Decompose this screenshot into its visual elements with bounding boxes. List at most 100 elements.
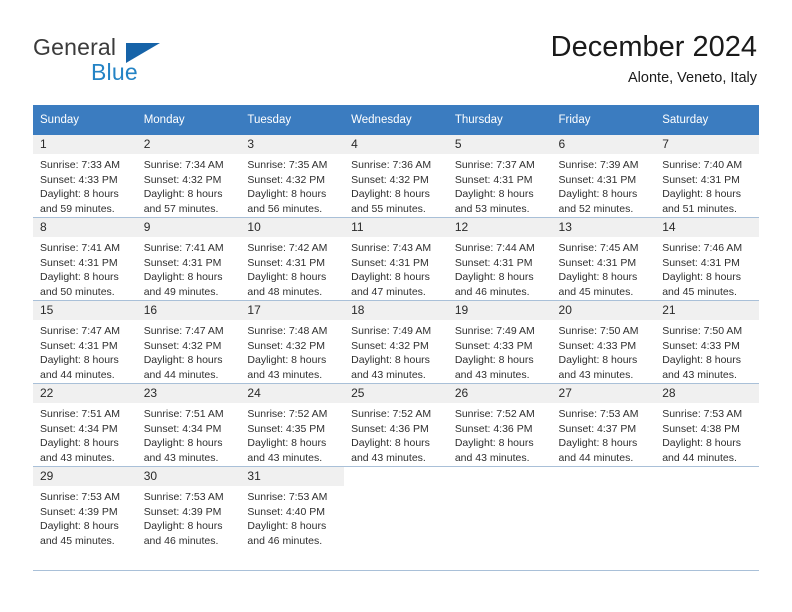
- day-cell[interactable]: 20 Sunrise: 7:50 AM Sunset: 4:33 PM Dayl…: [551, 300, 656, 384]
- day-cell[interactable]: 6 Sunrise: 7:39 AM Sunset: 4:31 PM Dayli…: [551, 135, 656, 218]
- daylight-text-line1: Daylight: 8 hours: [143, 271, 223, 284]
- day-cell[interactable]: 15 Sunrise: 7:47 AM Sunset: 4:31 PM Dayl…: [33, 300, 137, 384]
- day-cell[interactable]: 13 Sunrise: 7:45 AM Sunset: 4:31 PM Dayl…: [551, 217, 656, 301]
- daylight-text-line1: Daylight: 8 hours: [247, 354, 327, 367]
- daylight-text-line1: Daylight: 8 hours: [558, 271, 638, 284]
- day-details: Sunrise: 7:53 AM Sunset: 4:39 PM Dayligh…: [137, 486, 241, 548]
- sunrise-text: Sunrise: 7:49 AM: [454, 325, 535, 337]
- sunrise-text: Sunrise: 7:52 AM: [351, 408, 432, 420]
- daylight-text-line2: and 45 minutes.: [662, 285, 737, 298]
- daylight-text-line2: and 44 minutes.: [40, 368, 115, 381]
- sunset-text: Sunset: 4:31 PM: [662, 256, 740, 269]
- weekday-header-wednesday: Wednesday: [344, 105, 448, 135]
- sunset-text: Sunset: 4:31 PM: [351, 256, 429, 269]
- daylight-text-line1: Daylight: 8 hours: [558, 437, 638, 450]
- day-number: 11: [344, 218, 448, 237]
- daylight-text-line2: and 48 minutes.: [247, 285, 323, 298]
- sunrise-text: Sunrise: 7:34 AM: [143, 159, 224, 171]
- sunset-text: Sunset: 4:32 PM: [351, 173, 429, 186]
- day-number: 24: [240, 384, 345, 403]
- daylight-text-line2: and 43 minutes.: [662, 368, 737, 381]
- day-details: Sunrise: 7:50 AM Sunset: 4:33 PM Dayligh…: [552, 320, 656, 382]
- sunrise-text: Sunrise: 7:53 AM: [40, 491, 120, 503]
- page-title: December 2024: [550, 31, 757, 63]
- day-cell[interactable]: 18 Sunrise: 7:49 AM Sunset: 4:32 PM Dayl…: [344, 300, 448, 384]
- day-cell[interactable]: 9 Sunrise: 7:41 AM Sunset: 4:31 PM Dayli…: [136, 217, 241, 301]
- day-details: Sunrise: 7:42 AM Sunset: 4:31 PM Dayligh…: [240, 237, 344, 299]
- day-number: 22: [33, 384, 137, 403]
- day-number: 29: [33, 467, 137, 486]
- day-number: 16: [136, 301, 241, 320]
- daylight-text-line2: and 50 minutes.: [40, 285, 115, 298]
- logo-text-general: General: [33, 34, 117, 60]
- title-block: December 2024 Alonte, Veneto, Italy: [551, 30, 757, 87]
- day-number: 23: [136, 384, 241, 403]
- day-cell[interactable]: 30 Sunrise: 7:53 AM Sunset: 4:39 PM Dayl…: [136, 466, 241, 549]
- day-cell[interactable]: 10 Sunrise: 7:42 AM Sunset: 4:31 PM Dayl…: [240, 217, 345, 301]
- general-blue-logo[interactable]: General Blue: [33, 34, 233, 86]
- day-number: 1: [33, 135, 137, 154]
- sunrise-text: Sunrise: 7:51 AM: [40, 408, 120, 420]
- sunset-text: Sunset: 4:33 PM: [40, 173, 118, 186]
- day-cell[interactable]: 25 Sunrise: 7:52 AM Sunset: 4:36 PM Dayl…: [344, 383, 448, 467]
- day-cell[interactable]: 11 Sunrise: 7:43 AM Sunset: 4:31 PM Dayl…: [344, 217, 448, 301]
- calendar-grid: Sunday Monday Tuesday Wednesday Thursday…: [33, 105, 759, 549]
- day-cell[interactable]: 21 Sunrise: 7:50 AM Sunset: 4:33 PM Dayl…: [655, 300, 759, 384]
- day-cell[interactable]: 16 Sunrise: 7:47 AM Sunset: 4:32 PM Dayl…: [136, 300, 241, 384]
- daylight-text-line2: and 46 minutes.: [143, 534, 219, 547]
- day-cell-empty: [551, 466, 656, 549]
- sunrise-text: Sunrise: 7:39 AM: [558, 159, 639, 171]
- sunset-text: Sunset: 4:33 PM: [662, 339, 740, 352]
- sunrise-text: Sunrise: 7:52 AM: [454, 408, 535, 420]
- daylight-text-line1: Daylight: 8 hours: [351, 354, 430, 367]
- day-cell[interactable]: 17 Sunrise: 7:48 AM Sunset: 4:32 PM Dayl…: [240, 300, 345, 384]
- day-cell[interactable]: 3 Sunrise: 7:35 AM Sunset: 4:32 PM Dayli…: [240, 135, 345, 218]
- daylight-text-line1: Daylight: 8 hours: [143, 188, 223, 201]
- day-cell[interactable]: 28 Sunrise: 7:53 AM Sunset: 4:38 PM Dayl…: [655, 383, 759, 467]
- day-cell[interactable]: 5 Sunrise: 7:37 AM Sunset: 4:31 PM Dayli…: [447, 135, 552, 218]
- daylight-text-line1: Daylight: 8 hours: [662, 271, 742, 284]
- day-cell[interactable]: 19 Sunrise: 7:49 AM Sunset: 4:33 PM Dayl…: [447, 300, 552, 384]
- daylight-text-line2: and 47 minutes.: [351, 285, 426, 298]
- day-number: 30: [136, 467, 241, 486]
- daylight-text-line2: and 43 minutes.: [454, 368, 530, 381]
- sunset-text: Sunset: 4:32 PM: [247, 339, 326, 352]
- sunrise-text: Sunrise: 7:33 AM: [40, 159, 120, 171]
- day-details: Sunrise: 7:51 AM Sunset: 4:34 PM Dayligh…: [33, 403, 137, 465]
- day-cell[interactable]: 7 Sunrise: 7:40 AM Sunset: 4:31 PM Dayli…: [655, 135, 759, 218]
- day-details: Sunrise: 7:39 AM Sunset: 4:31 PM Dayligh…: [552, 154, 656, 216]
- day-number: 21: [655, 301, 759, 320]
- daylight-text-line2: and 52 minutes.: [558, 202, 634, 215]
- day-cell[interactable]: 12 Sunrise: 7:44 AM Sunset: 4:31 PM Dayl…: [447, 217, 552, 301]
- daylight-text-line1: Daylight: 8 hours: [558, 354, 638, 367]
- day-number: 4: [344, 135, 448, 154]
- day-cell[interactable]: 2 Sunrise: 7:34 AM Sunset: 4:32 PM Dayli…: [136, 135, 241, 218]
- day-cell[interactable]: 29 Sunrise: 7:53 AM Sunset: 4:39 PM Dayl…: [33, 466, 137, 549]
- daylight-text-line2: and 56 minutes.: [247, 202, 323, 215]
- day-details: Sunrise: 7:40 AM Sunset: 4:31 PM Dayligh…: [655, 154, 759, 216]
- day-cell[interactable]: 8 Sunrise: 7:41 AM Sunset: 4:31 PM Dayli…: [33, 217, 137, 301]
- day-details: [655, 486, 759, 490]
- day-cell[interactable]: 1 Sunrise: 7:33 AM Sunset: 4:33 PM Dayli…: [33, 135, 137, 218]
- daylight-text-line2: and 43 minutes.: [351, 451, 426, 464]
- sunrise-text: Sunrise: 7:42 AM: [247, 242, 328, 254]
- weekday-header-saturday: Saturday: [655, 105, 759, 135]
- sunrise-text: Sunrise: 7:47 AM: [143, 325, 224, 337]
- logo-text-blue: Blue: [91, 59, 138, 85]
- day-cell[interactable]: 4 Sunrise: 7:36 AM Sunset: 4:32 PM Dayli…: [344, 135, 448, 218]
- day-cell[interactable]: 27 Sunrise: 7:53 AM Sunset: 4:37 PM Dayl…: [551, 383, 656, 467]
- sunset-text: Sunset: 4:39 PM: [143, 505, 222, 518]
- day-number: 27: [551, 384, 656, 403]
- day-cell[interactable]: 24 Sunrise: 7:52 AM Sunset: 4:35 PM Dayl…: [240, 383, 345, 467]
- sunrise-text: Sunrise: 7:51 AM: [143, 408, 224, 420]
- day-cell[interactable]: 14 Sunrise: 7:46 AM Sunset: 4:31 PM Dayl…: [655, 217, 759, 301]
- sunset-text: Sunset: 4:33 PM: [454, 339, 533, 352]
- daylight-text-line2: and 46 minutes.: [247, 534, 323, 547]
- daylight-text-line2: and 43 minutes.: [454, 451, 530, 464]
- day-cell[interactable]: 31 Sunrise: 7:53 AM Sunset: 4:40 PM Dayl…: [240, 466, 345, 549]
- day-details: Sunrise: 7:53 AM Sunset: 4:40 PM Dayligh…: [240, 486, 344, 548]
- daylight-text-line2: and 43 minutes.: [247, 368, 323, 381]
- day-cell[interactable]: 22 Sunrise: 7:51 AM Sunset: 4:34 PM Dayl…: [33, 383, 137, 467]
- day-cell[interactable]: 23 Sunrise: 7:51 AM Sunset: 4:34 PM Dayl…: [136, 383, 241, 467]
- day-cell[interactable]: 26 Sunrise: 7:52 AM Sunset: 4:36 PM Dayl…: [447, 383, 552, 467]
